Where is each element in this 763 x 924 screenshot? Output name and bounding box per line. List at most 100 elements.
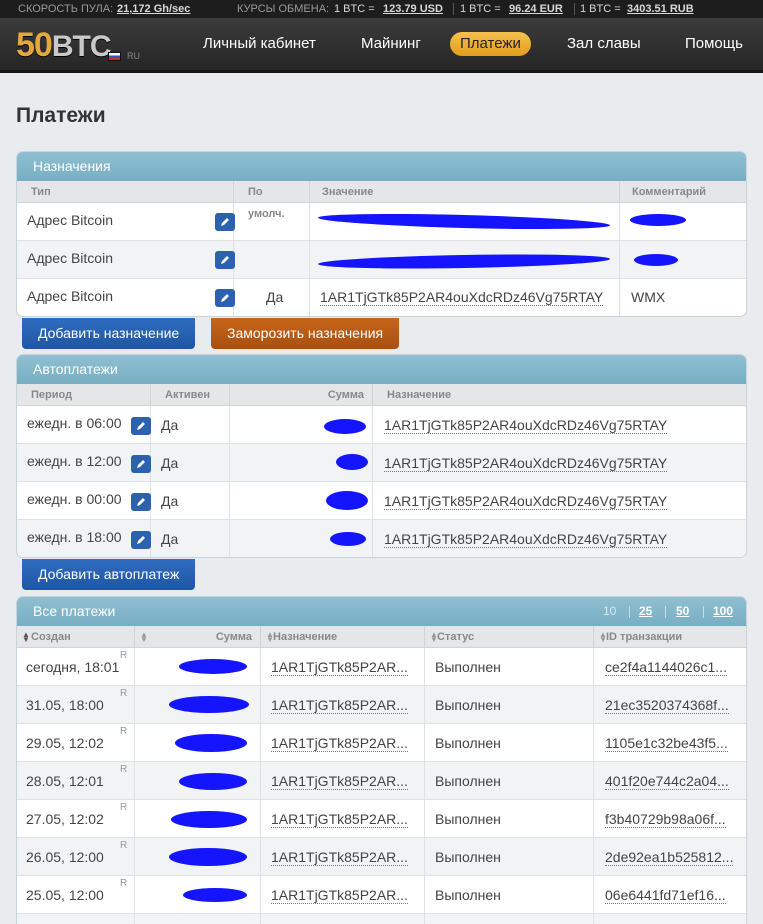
col-created[interactable]: ▲ ▼ Создан — [17, 626, 135, 648]
autopayment-row: ежедн. в 06:00 Да 1AR1TjGTk85P2AR4ouXdcR… — [17, 406, 746, 444]
nav-payments[interactable]: Платежи — [450, 32, 531, 56]
payment-created: 25.05, 12:00 — [26, 887, 104, 903]
destination-value[interactable]: 1AR1TjGTk85P2AR4ouXdcRDz46Vg75RTAY — [320, 289, 604, 306]
pencil-icon — [137, 536, 145, 544]
payment-status: Выполнен — [435, 811, 501, 827]
payment-txid[interactable]: ce2f4a1144026c1... — [605, 659, 727, 676]
edit-autopayment-button[interactable] — [131, 531, 151, 549]
payment-row: 28.05, 12:01 R 1AR1TjGTk85P2AR... Выполне… — [17, 762, 746, 800]
redacted-amount — [171, 811, 247, 828]
col-value: Значение — [310, 181, 620, 203]
autopayment-row: ежедн. в 18:00 Да 1AR1TjGTk85P2AR4ouXdcR… — [17, 520, 746, 557]
nav-cabinet[interactable]: Личный кабинет — [203, 34, 316, 54]
pencil-icon — [221, 256, 229, 264]
add-autopayment-button[interactable]: Добавить автоплатеж — [22, 559, 196, 590]
rate-eur-value[interactable]: 96.24 EUR — [509, 0, 563, 18]
page-size-divider — [629, 606, 630, 618]
logo[interactable]: 50BTC — [16, 26, 111, 66]
col-amount[interactable]: ▲ ▼ Сумма — [135, 626, 261, 648]
payment-destination[interactable]: 1AR1TjGTk85P2AR... — [271, 697, 408, 714]
redacted-amount — [336, 454, 368, 470]
rates-label: КУРСЫ ОБМЕНА: — [237, 3, 330, 15]
payment-status: Выполнен — [435, 697, 501, 713]
page-size-25[interactable]: 25 — [639, 597, 652, 626]
autopayment-active: Да — [161, 417, 179, 433]
page-size-divider — [665, 606, 666, 618]
page-size-100[interactable]: 100 — [713, 597, 733, 626]
payment-flag: R — [120, 726, 128, 737]
edit-destination-button[interactable] — [215, 213, 235, 231]
payment-txid[interactable]: 21ec3520374368f... — [605, 697, 729, 714]
payment-status: Выполнен — [435, 773, 501, 789]
redacted-comment — [630, 214, 686, 226]
nav-hall-of-fame[interactable]: Зал славы — [567, 34, 641, 54]
pencil-icon — [137, 460, 145, 468]
sort-icon: ▲ ▼ — [140, 630, 148, 644]
payment-flag: R — [120, 802, 128, 813]
stats-bar: СКОРОСТЬ ПУЛА: 21,172 Gh/sec КУРСЫ ОБМЕН… — [0, 0, 763, 18]
autopayment-destination[interactable]: 1AR1TjGTk85P2AR4ouXdcRDz46Vg75RTAY — [384, 417, 668, 434]
rate-rub-label: 1 BTC = — [580, 3, 621, 15]
payment-destination[interactable]: 1AR1TjGTk85P2AR... — [271, 811, 408, 828]
payment-created: 26.05, 12:00 — [26, 849, 104, 865]
edit-autopayment-button[interactable] — [131, 455, 151, 473]
payment-destination[interactable]: 1AR1TjGTk85P2AR... — [271, 849, 408, 866]
autopayment-destination[interactable]: 1AR1TjGTk85P2AR4ouXdcRDz46Vg75RTAY — [384, 531, 668, 548]
page-size-selector: 10 25 50 100 — [601, 597, 746, 626]
rate-usd-value[interactable]: 123.79 USD — [383, 0, 443, 18]
payment-destination[interactable]: 1AR1TjGTk85P2AR... — [271, 773, 408, 790]
edit-destination-button[interactable] — [215, 251, 235, 269]
col-status[interactable]: ▲ ▼ Статус — [425, 626, 594, 648]
site-header: 50BTC RU Личный кабинет Майнинг Платежи … — [0, 18, 763, 73]
destination-row: Адрес Bitcoin — [17, 203, 746, 241]
autopayment-row: ежедн. в 00:00 Да 1AR1TjGTk85P2AR4ouXdcR… — [17, 482, 746, 520]
pencil-icon — [137, 422, 145, 430]
autopayments-panel: Автоплатежи Период Активен Сумма Назначе… — [16, 354, 747, 558]
freeze-destinations-button[interactable]: Заморозить назначения — [211, 318, 400, 349]
nav-mining[interactable]: Майнинг — [361, 34, 421, 54]
edit-autopayment-button[interactable] — [131, 417, 151, 435]
payment-txid[interactable]: 1105e1c32be43f5... — [605, 735, 728, 752]
payment-created: 29.05, 12:02 — [26, 735, 104, 751]
sort-icon: ▲ ▼ — [266, 630, 274, 644]
autopayment-destination[interactable]: 1AR1TjGTk85P2AR4ouXdcRDz46Vg75RTAY — [384, 455, 668, 472]
col-type: Тип — [17, 181, 234, 203]
col-txid[interactable]: ▲ ▼ ID транзакции — [594, 626, 746, 648]
payment-txid[interactable]: 06e6441fd71ef16... — [605, 887, 726, 904]
autopayment-active: Да — [161, 455, 179, 471]
payment-destination[interactable]: 1AR1TjGTk85P2AR... — [271, 887, 408, 904]
payment-destination[interactable]: 1AR1TjGTk85P2AR... — [271, 735, 408, 752]
page-size-divider — [703, 606, 704, 618]
destination-row: Адрес Bitcoin Да 1AR1TjGTk85P2AR4ouXdcRD… — [17, 279, 746, 316]
payment-txid[interactable]: 2de92ea1b525812... — [605, 849, 734, 866]
pool-speed-value[interactable]: 21,172 Gh/sec — [117, 0, 190, 18]
locale-label[interactable]: RU — [127, 51, 140, 61]
add-destination-button[interactable]: Добавить назначение — [22, 318, 196, 349]
russian-flag-icon[interactable] — [108, 52, 121, 61]
payment-row: 27.05, 12:02 R 1AR1TjGTk85P2AR... Выполне… — [17, 800, 746, 838]
redacted-amount — [179, 659, 247, 674]
payment-txid[interactable]: f3b40729b98a06f... — [605, 811, 726, 828]
sort-icon: ▲ ▼ — [430, 630, 438, 644]
payment-destination[interactable]: 1AR1TjGTk85P2AR... — [271, 659, 408, 676]
destination-type: Адрес Bitcoin — [27, 250, 113, 266]
col-default: По умолч. — [234, 181, 310, 220]
autopayment-destination[interactable]: 1AR1TjGTk85P2AR4ouXdcRDz46Vg75RTAY — [384, 493, 668, 510]
nav-help[interactable]: Помощь — [685, 34, 743, 54]
payment-txid[interactable]: 401f20e744c2a04... — [605, 773, 729, 790]
edit-destination-button[interactable] — [215, 289, 235, 307]
col-destination: Назначение — [387, 389, 452, 401]
pencil-icon — [221, 218, 229, 226]
page-size-50[interactable]: 50 — [676, 597, 689, 626]
rate-usd-label: 1 BTC = — [334, 3, 375, 15]
redacted-address — [317, 211, 611, 232]
payment-flag: R — [120, 688, 128, 699]
redacted-amount — [169, 696, 249, 713]
edit-autopayment-button[interactable] — [131, 493, 151, 511]
col-comment: Комментарий — [632, 186, 707, 198]
payment-created: сегодня, 18:01 — [26, 659, 120, 675]
rate-rub-value[interactable]: 3403.51 RUB — [627, 0, 694, 18]
payment-flag: R — [120, 764, 128, 775]
redacted-amount — [169, 848, 247, 866]
col-destination[interactable]: ▲ ▼ Назначение — [261, 626, 425, 648]
